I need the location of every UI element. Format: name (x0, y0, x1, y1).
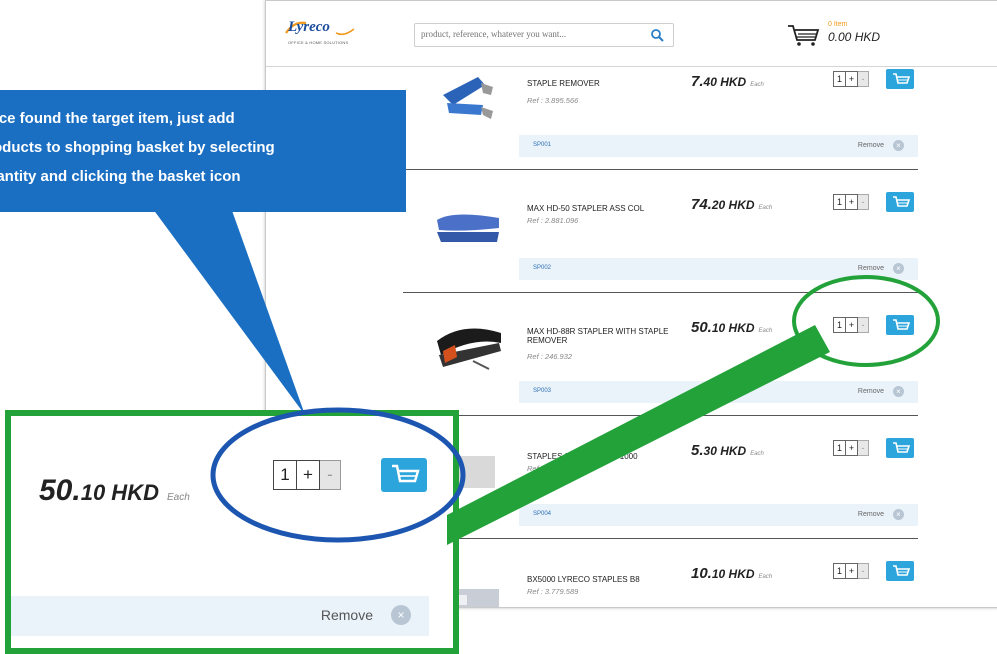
zoomed-price: 50.10 HKD Each (39, 474, 190, 507)
zoomed-quantity-stepper: 1 + - (273, 460, 341, 490)
quantity-field[interactable]: 1 (833, 440, 846, 456)
basket-icon (392, 464, 420, 483)
product-name[interactable]: STAPLES 26/6 - BOX OF 1000 (527, 452, 697, 461)
add-to-basket-button[interactable] (886, 192, 914, 212)
product-price: 10.10 HKD Each (691, 565, 773, 582)
product-row: STAPLE REMOVER Ref : 3.895.566 7.40 HKD E… (403, 47, 918, 170)
product-ref: Ref : 5.002.556 (527, 464, 579, 473)
quantity-minus-button[interactable]: - (858, 440, 869, 456)
lyreco-logo[interactable]: Lyreco OFFICE & HOME SOLUTIONS (284, 19, 364, 47)
quantity-plus-button[interactable]: + (846, 317, 858, 333)
remove-icon[interactable]: × (893, 140, 904, 151)
product-footer-band: SP001 Remove × (519, 135, 918, 157)
logo-subtext: OFFICE & HOME SOLUTIONS (288, 40, 349, 45)
search-input[interactable] (415, 24, 647, 44)
basket-icon (893, 196, 911, 207)
product-row: BX5000 LYRECO STAPLES B8 Ref : 3.779.589… (403, 539, 918, 607)
quantity-minus-button[interactable]: - (858, 563, 869, 579)
search-button[interactable] (643, 24, 673, 46)
quantity-plus-button[interactable]: + (846, 563, 858, 579)
quantity-plus-button[interactable]: + (846, 71, 858, 87)
remove-link[interactable]: Remove (858, 142, 884, 149)
remove-icon[interactable]: × (893, 263, 904, 274)
product-code: SP003 (533, 388, 552, 394)
zoomed-plus-button[interactable]: + (297, 460, 320, 490)
quantity-plus-button[interactable]: + (846, 194, 858, 210)
add-to-basket-button[interactable] (886, 69, 914, 89)
product-price: 5.30 HKD Each (691, 442, 764, 459)
header-cart[interactable]: 0 Item 0.00 HKD (786, 21, 946, 49)
zoomed-footer-band: Remove × (11, 596, 429, 636)
zoomed-minus-button[interactable]: - (320, 460, 341, 490)
zoomed-add-to-basket-button[interactable] (381, 458, 427, 492)
search-icon (651, 29, 664, 42)
callout-line: quantity and clicking the basket icon (0, 168, 241, 185)
product-row: MAX HD-50 STAPLER ASS COL Ref : 2.881.09… (403, 170, 918, 293)
product-price: 74.20 HKD Each (691, 196, 773, 213)
zoomed-remove-link[interactable]: Remove (321, 607, 373, 623)
product-footer-band: SP004 Remove × (519, 504, 918, 526)
cart-icon (788, 25, 820, 46)
quantity-stepper: 1 + - (833, 71, 869, 87)
cart-total: 0.00 HKD (828, 30, 881, 44)
product-name[interactable]: STAPLE REMOVER (527, 79, 697, 88)
product-code: SP002 (533, 265, 552, 271)
product-code: SP004 (533, 511, 552, 517)
basket-icon (893, 565, 911, 576)
callout-text: Once found the target item, just add pro… (0, 104, 406, 191)
callout-line: products to shopping basket by selecting (0, 139, 275, 156)
product-row: STAPLES 26/6 - BOX OF 1000 Ref : 5.002.5… (403, 416, 918, 539)
quantity-minus-button[interactable]: - (858, 317, 869, 333)
staple-remover-image (443, 77, 493, 119)
quantity-plus-button[interactable]: + (846, 440, 858, 456)
instruction-callout: Once found the target item, just add pro… (0, 90, 406, 212)
zoomed-detail-box: 50.10 HKD Each 1 + - Remove × (5, 410, 459, 654)
stapler-image (437, 214, 499, 242)
remove-icon[interactable]: × (893, 509, 904, 520)
callout-line: Once found the target item, just add (0, 110, 235, 127)
remove-link[interactable]: Remove (858, 388, 884, 395)
cart-item-count: 0 Item (828, 21, 848, 28)
basket-icon (893, 319, 911, 330)
product-name[interactable]: MAX HD-50 STAPLER ASS COL (527, 204, 697, 213)
zoomed-quantity-field[interactable]: 1 (273, 460, 297, 490)
quantity-field[interactable]: 1 (833, 71, 846, 87)
quantity-stepper: 1 + - (833, 194, 869, 210)
product-price: 50.10 HKD Each (691, 319, 773, 336)
quantity-stepper: 1 + - (833, 563, 869, 579)
quantity-field[interactable]: 1 (833, 194, 846, 210)
basket-icon (893, 73, 911, 84)
product-price: 7.40 HKD Each (691, 73, 764, 90)
basket-icon (893, 442, 911, 453)
product-ref: Ref : 2.881.096 (527, 216, 579, 225)
product-footer-band: SP002 Remove × (519, 258, 918, 280)
product-footer-band: SP003 Remove × (519, 381, 918, 403)
add-to-basket-button[interactable] (886, 438, 914, 458)
remove-link[interactable]: Remove (858, 511, 884, 518)
add-to-basket-button[interactable] (886, 561, 914, 581)
product-ref: Ref : 3.895.566 (527, 96, 579, 105)
quantity-field[interactable]: 1 (833, 563, 846, 579)
quantity-stepper: 1 + - (833, 317, 869, 333)
search-box (414, 23, 674, 47)
product-name[interactable]: BX5000 LYRECO STAPLES B8 (527, 575, 697, 584)
product-code: SP001 (533, 142, 552, 148)
product-ref: Ref : 3.779.589 (527, 587, 579, 596)
logo-text: Lyreco (288, 19, 330, 35)
stapler-with-remover-image (437, 328, 501, 370)
add-to-basket-button[interactable] (886, 315, 914, 335)
product-row: MAX HD-88R STAPLER WITH STAPLE REMOVER R… (403, 293, 918, 416)
product-ref: Ref : 246.932 (527, 352, 573, 361)
remove-icon[interactable]: × (391, 605, 411, 625)
remove-link[interactable]: Remove (858, 265, 884, 272)
quantity-minus-button[interactable]: - (858, 194, 869, 210)
quantity-minus-button[interactable]: - (858, 71, 869, 87)
product-list: STAPLE REMOVER Ref : 3.895.566 7.40 HKD E… (403, 47, 918, 607)
quantity-field[interactable]: 1 (833, 317, 846, 333)
product-name[interactable]: MAX HD-88R STAPLER WITH STAPLE REMOVER (527, 327, 697, 345)
quantity-stepper: 1 + - (833, 440, 869, 456)
remove-icon[interactable]: × (893, 386, 904, 397)
